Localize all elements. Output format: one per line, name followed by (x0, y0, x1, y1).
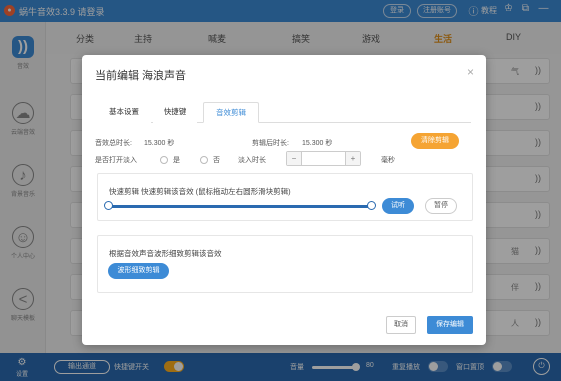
tab-sound-clip[interactable]: 音效剪辑 (203, 102, 259, 123)
fade-in-yes-label: 是 (173, 157, 180, 164)
waveform-clip-description: 根据音效声音波形细致剪辑该音效 (109, 249, 222, 258)
quick-clip-card: 快速剪辑 快速剪辑该音效 (鼠标拖动左右圆形滑块剪辑) (97, 173, 473, 221)
fade-in-no-label: 否 (213, 157, 220, 164)
fade-in-yes-radio[interactable] (160, 156, 168, 164)
clip-range-track[interactable] (108, 205, 372, 208)
clear-clip-button[interactable]: 清除剪辑 (411, 133, 459, 149)
close-icon[interactable]: × (467, 65, 474, 79)
ms-unit-label: 毫秒 (381, 157, 395, 164)
clip-duration-label: 剪辑后时长: (252, 140, 289, 147)
edit-sound-dialog: 当前编辑 海浪声音 × 基本设置 快捷键 音效剪辑 音效总时长: 15.300 … (82, 55, 486, 345)
tab-hotkey[interactable]: 快捷键 (153, 102, 197, 123)
save-button[interactable]: 保存编辑 (427, 316, 473, 334)
audition-button[interactable]: 试听 (382, 198, 414, 214)
fade-in-duration-stepper[interactable]: − + (286, 151, 361, 166)
clip-end-handle[interactable] (367, 201, 376, 210)
pause-button[interactable]: 暂停 (425, 198, 457, 214)
dialog-title: 当前编辑 海浪声音 (95, 70, 187, 82)
dialog-tabs: 基本设置 快捷键 音效剪辑 (97, 102, 471, 123)
total-duration-value: 15.300 秒 (144, 140, 175, 147)
cancel-button[interactable]: 取消 (386, 316, 416, 334)
fade-in-duration-label: 淡入时长 (238, 157, 266, 164)
fade-in-no-radio[interactable] (200, 156, 208, 164)
waveform-clip-button[interactable]: 波形细致剪辑 (108, 263, 169, 279)
quick-clip-description: 快速剪辑 快速剪辑该音效 (鼠标拖动左右圆形滑块剪辑) (109, 187, 291, 196)
fade-in-label: 是否打开淡入 (95, 157, 137, 164)
clip-start-handle[interactable] (104, 201, 113, 210)
clip-duration-value: 15.300 秒 (302, 140, 333, 147)
increment-button[interactable]: + (345, 152, 360, 165)
total-duration-label: 音效总时长: (95, 140, 132, 147)
decrement-button[interactable]: − (287, 152, 302, 165)
tab-basic-settings[interactable]: 基本设置 (97, 102, 151, 123)
